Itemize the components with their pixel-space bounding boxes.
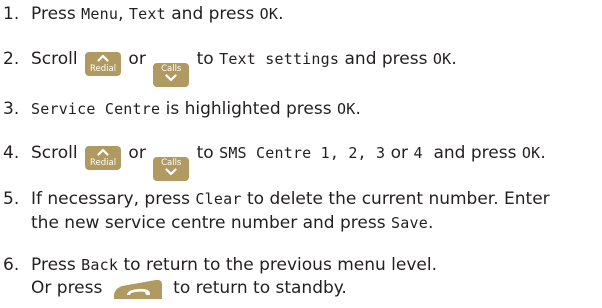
step-text: ,	[118, 4, 129, 24]
display-text-service-centre: Service Centre	[31, 100, 161, 118]
redial-key: Redial	[85, 146, 122, 170]
display-text-ok: OK	[337, 100, 356, 118]
step-text: or	[123, 49, 152, 69]
step-text: If necessary, press	[31, 189, 196, 209]
step-text: .	[355, 99, 361, 119]
step-text: Or press	[31, 278, 108, 298]
calls-key-label: Calls	[161, 158, 182, 168]
step-text: .	[278, 4, 284, 24]
step-text: or	[123, 143, 152, 163]
step-text: is highlighted press	[160, 99, 337, 119]
display-text-text: Text	[128, 5, 166, 23]
display-text-ok: OK	[432, 50, 452, 68]
calls-key: Calls	[153, 157, 190, 181]
step-2: 2. Scroll Redial or Calls to Text settin…	[3, 49, 601, 99]
step-text: to return to the previous menu level.	[118, 255, 438, 275]
step-text: to delete the current number. Enter	[241, 189, 550, 209]
display-text-save: Save	[391, 214, 428, 232]
instruction-steps: 1. Press Menu, Text and press OK. 2. Scr…	[3, 4, 601, 305]
step-text: the new service centre number and press	[31, 213, 391, 233]
step-text: Scroll	[31, 49, 84, 69]
calls-key: Calls	[153, 63, 190, 87]
step-line: If necessary, press Clear to delete the …	[31, 189, 601, 210]
end-call-handset-icon	[113, 279, 162, 299]
step-line: Press Back to return to the previous men…	[31, 255, 601, 276]
display-text-menu: Menu	[81, 5, 119, 23]
step-number: 4.	[3, 143, 20, 163]
step-text: Press	[31, 255, 82, 275]
chevron-down-icon	[153, 74, 189, 84]
step-text: and press	[165, 4, 260, 24]
step-line: the new service centre number and press …	[31, 213, 601, 234]
step-text: to	[191, 49, 220, 69]
redial-key-label: Redial	[89, 158, 117, 168]
display-text-ok: OK	[259, 5, 279, 23]
step-1: 1. Press Menu, Text and press OK.	[3, 4, 601, 49]
step-text: Press	[31, 4, 82, 24]
step-line: Or press to return to standby.	[31, 276, 601, 300]
step-6: 6. Press Back to return to the previous …	[3, 255, 601, 305]
step-number: 5.	[3, 189, 20, 209]
step-text: .	[427, 213, 434, 233]
step-number: 6.	[3, 255, 20, 275]
display-text-sms-centre: SMS Centre 1, 2, 3	[219, 144, 386, 162]
redial-key-label: Redial	[89, 64, 117, 74]
chevron-up-icon	[85, 54, 121, 64]
step-text: .	[540, 143, 546, 163]
step-text: .	[451, 49, 457, 69]
step-text: to return to standby.	[167, 278, 347, 298]
step-5: 5. If necessary, press Clear to delete t…	[3, 189, 601, 255]
step-number: 3.	[3, 99, 20, 119]
display-text-sms-centre-4: 4	[413, 144, 423, 162]
step-text: and press	[339, 49, 433, 69]
step-text: or	[385, 143, 414, 163]
display-text-text-settings: Text settings	[219, 50, 340, 68]
display-text-back: Back	[81, 256, 119, 274]
display-text-ok: OK	[521, 144, 541, 162]
step-text: and press	[422, 143, 522, 163]
chevron-up-icon	[85, 148, 121, 158]
step-text: to	[191, 143, 220, 163]
step-text: Scroll	[31, 143, 84, 163]
redial-key: Redial	[85, 52, 122, 76]
step-number: 1.	[3, 4, 20, 24]
display-text-clear: Clear	[195, 190, 242, 208]
step-4: 4. Scroll Redial or Calls to SMS Centre …	[3, 143, 601, 189]
step-3: 3. Service Centre is highlighted press O…	[3, 99, 601, 143]
end-call-key	[112, 276, 164, 300]
calls-key-label: Calls	[161, 64, 182, 74]
chevron-down-icon	[153, 168, 189, 178]
step-number: 2.	[3, 49, 20, 69]
